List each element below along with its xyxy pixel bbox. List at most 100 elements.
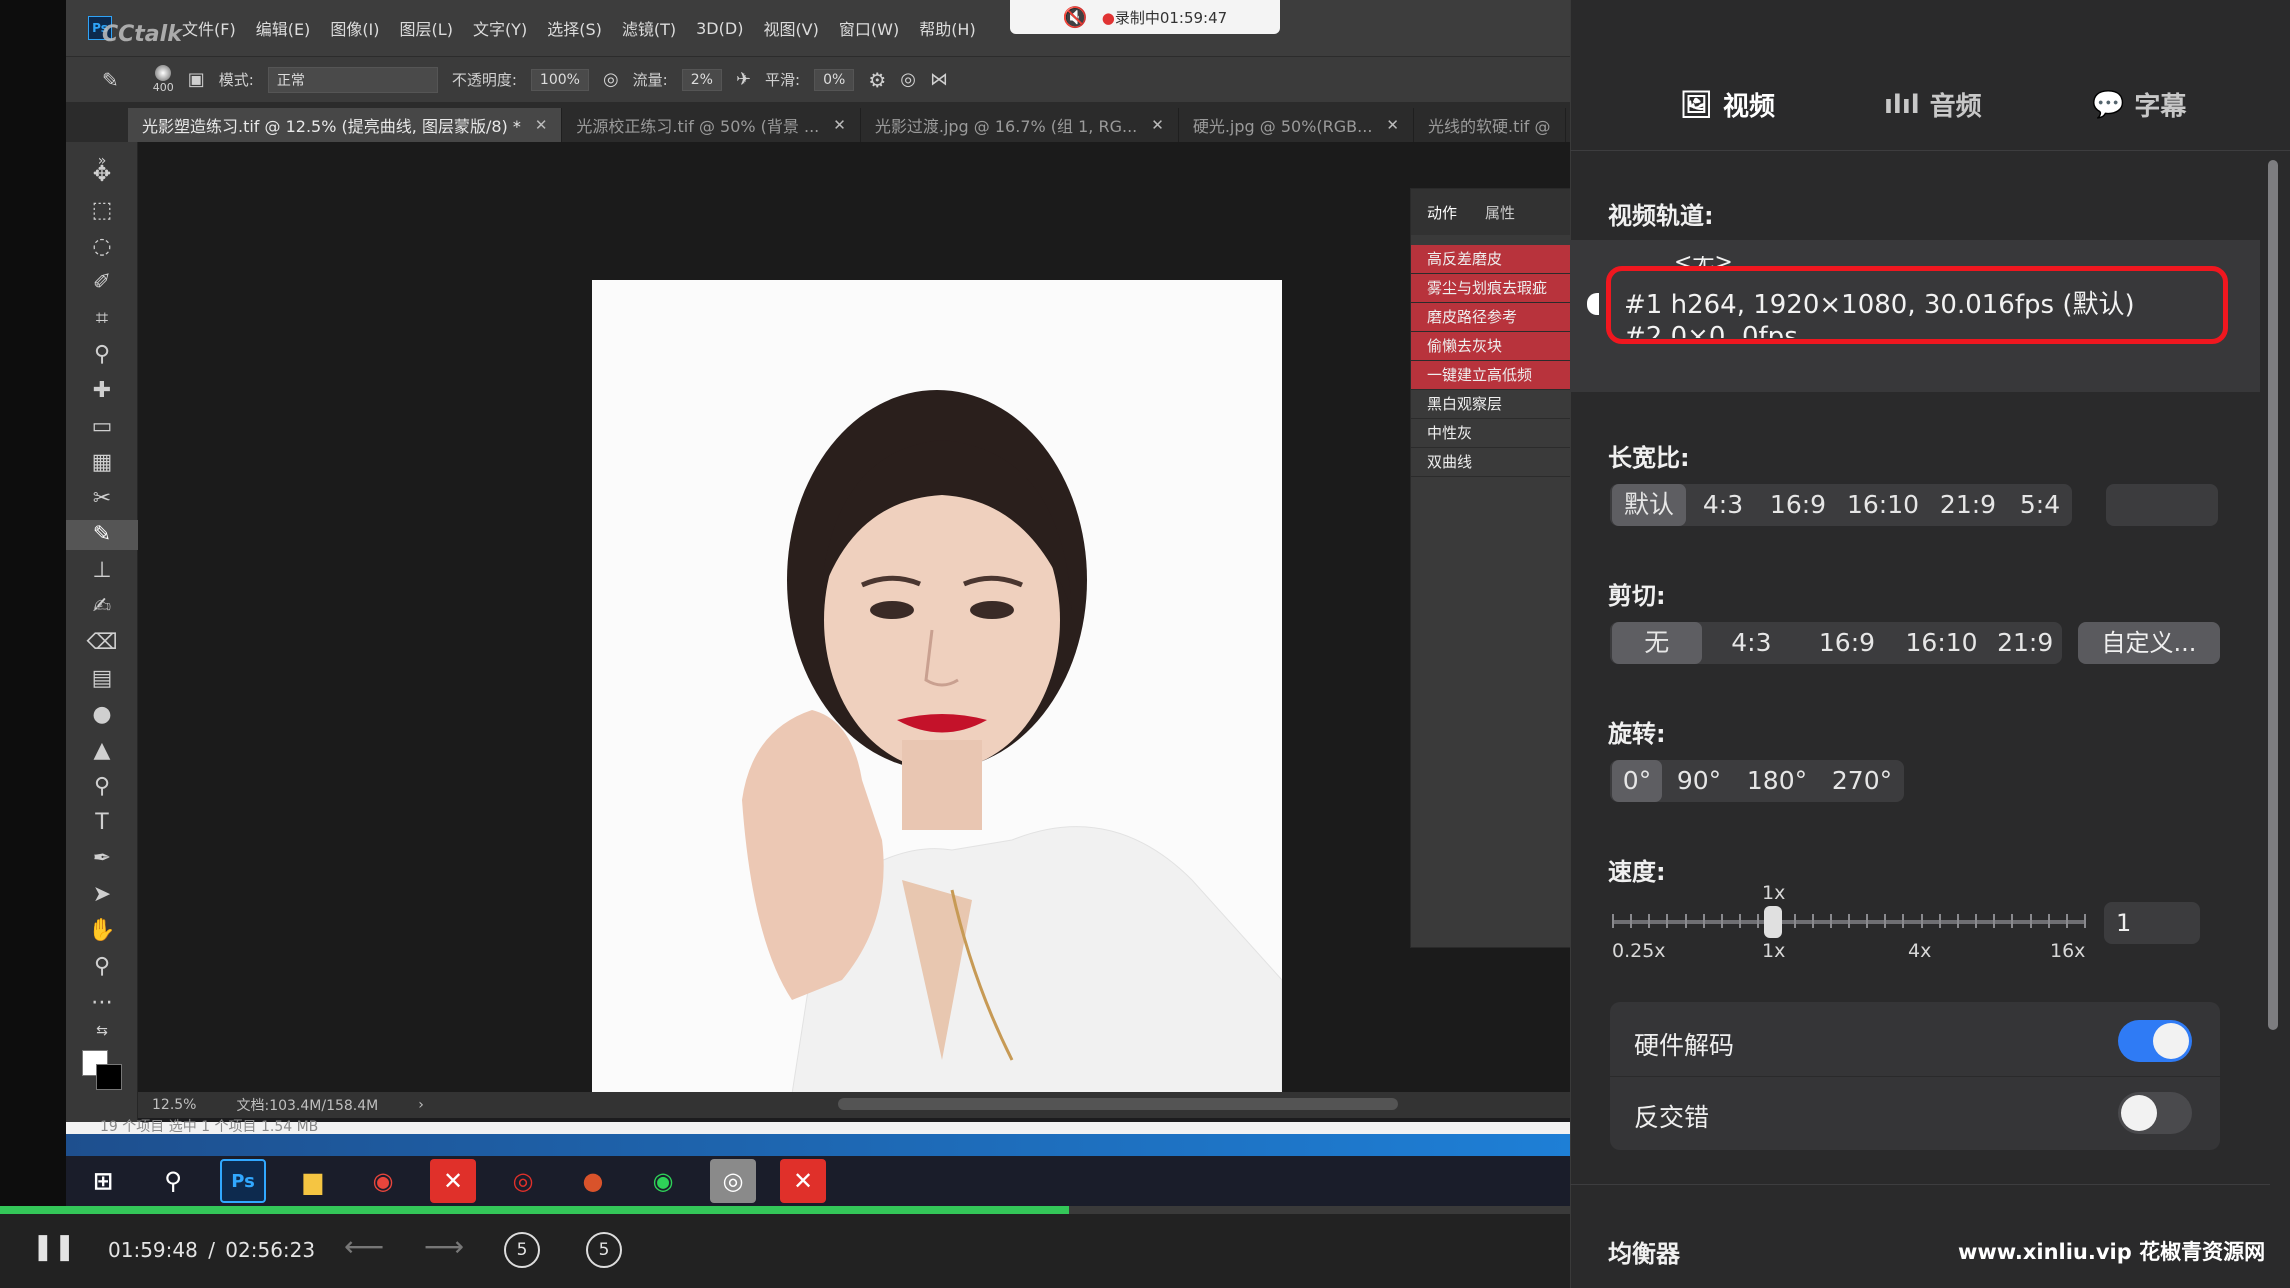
tab-audio[interactable]: ılıl 音频 <box>1884 86 1982 123</box>
lasso-tool-icon[interactable]: ◌ <box>66 232 138 262</box>
aspect-option[interactable]: 4:3 <box>1688 484 1758 526</box>
healing-tool-icon[interactable]: ✚ <box>66 376 138 406</box>
previous-arrow-icon[interactable]: ⟵ <box>344 1230 384 1263</box>
close-icon[interactable]: ✕ <box>1386 116 1399 134</box>
action-item[interactable]: 雾尘与划痕去瑕疵 <box>1411 274 1571 303</box>
menu-type[interactable]: 文字(Y) <box>473 16 527 40</box>
aspect-option[interactable]: 16:9 <box>1758 484 1838 526</box>
pressure-opacity-icon[interactable]: ◎ <box>603 69 619 90</box>
equalizer-label[interactable]: 均衡器 <box>1608 1234 1680 1269</box>
skip-forward-5-icon[interactable]: 5 <box>586 1232 622 1268</box>
action-item[interactable]: 中性灰 <box>1411 419 1571 448</box>
green-app-icon[interactable]: ◉ <box>640 1159 686 1203</box>
brush-panel-icon[interactable]: ▣ <box>188 69 205 90</box>
action-item[interactable]: 高反差磨皮 <box>1411 245 1571 274</box>
menu-help[interactable]: 帮助(H) <box>919 16 976 40</box>
doc-tab[interactable]: 光影塑造练习.tif @ 12.5% (提亮曲线, 图层蒙版/8) * ✕ <box>128 108 563 142</box>
cctalk-app-icon[interactable]: ◎ <box>710 1159 756 1203</box>
zoom-level[interactable]: 12.5% <box>152 1097 196 1113</box>
powerpoint-icon[interactable]: ● <box>570 1159 616 1203</box>
gear-icon[interactable]: ⚙ <box>868 68 886 92</box>
speed-slider-thumb[interactable] <box>1764 906 1782 938</box>
speed-input[interactable]: 1 <box>2104 902 2200 944</box>
gradient-tool-icon[interactable]: ▤ <box>66 664 138 694</box>
mode-select[interactable]: 正常 <box>267 66 438 93</box>
patch-tool-icon[interactable]: ▦ <box>66 448 138 478</box>
brush-tool-icon[interactable]: ✎ <box>102 68 119 92</box>
search-icon[interactable]: ⚲ <box>150 1159 196 1203</box>
dodge-tool-icon[interactable]: ⚲ <box>66 772 138 802</box>
windows-start-icon[interactable]: ⊞ <box>80 1159 126 1203</box>
ruler-tool-icon[interactable]: ▭ <box>66 412 138 442</box>
crop-option[interactable]: 16:9 <box>1799 622 1895 664</box>
speed-slider[interactable] <box>1612 912 2086 932</box>
flow-input[interactable]: 2% <box>681 68 722 91</box>
menu-3d[interactable]: 3D(D) <box>696 19 743 38</box>
photoshop-taskbar-icon[interactable]: Ps <box>220 1159 266 1203</box>
rotate-option[interactable]: 180° <box>1734 760 1820 802</box>
stamp-tool-icon[interactable]: ⊥ <box>66 556 138 586</box>
menu-filter[interactable]: 滤镜(T) <box>622 16 676 40</box>
eyedropper-tool-icon[interactable]: ⚲ <box>66 340 138 370</box>
eraser-tool-icon[interactable]: ⌫ <box>66 628 138 658</box>
red-x-app-icon[interactable]: ✕ <box>780 1159 826 1203</box>
rotate-option[interactable]: 90° <box>1664 760 1734 802</box>
action-item[interactable]: 偷懒去灰块 <box>1411 332 1571 361</box>
action-item[interactable]: 黑白观察层 <box>1411 390 1571 419</box>
deinterlace-toggle[interactable] <box>2118 1092 2192 1134</box>
tab-subtitle[interactable]: 💬 字幕 <box>2092 86 2186 123</box>
swap-colors-icon[interactable]: ⇆ <box>66 1016 138 1046</box>
menu-window[interactable]: 窗口(W) <box>839 16 899 40</box>
pressure-size-icon[interactable]: ◎ <box>900 69 916 90</box>
close-icon[interactable]: ✕ <box>1151 116 1164 134</box>
marquee-tool-icon[interactable]: ⬚ <box>66 196 138 226</box>
pause-button[interactable]: ❚❚ <box>32 1232 76 1262</box>
pen-tool-icon[interactable]: ✒ <box>66 844 138 874</box>
crop-option[interactable]: 无 <box>1612 622 1702 664</box>
doc-tab[interactable]: 硬光.jpg @ 50%(RGB... ✕ <box>1179 108 1414 142</box>
close-icon[interactable]: ✕ <box>535 116 548 134</box>
doc-tab[interactable]: 光源校正练习.tif @ 50% (背景 ... ✕ <box>562 108 861 142</box>
panel-scrollbar[interactable] <box>2268 160 2278 1030</box>
hand-tool-icon[interactable]: ✋ <box>66 916 138 946</box>
more-tools-icon[interactable]: ⋯ <box>66 988 138 1018</box>
quick-select-tool-icon[interactable]: ✐ <box>66 268 138 298</box>
brush-tool-icon[interactable]: ✎ <box>66 520 138 550</box>
mute-icon[interactable]: 🔇 <box>1063 5 1088 29</box>
status-arrow-icon[interactable]: › <box>418 1097 424 1113</box>
menu-view[interactable]: 视图(V) <box>763 16 818 40</box>
menu-layer[interactable]: 图层(L) <box>400 16 453 40</box>
opacity-input[interactable]: 100% <box>530 68 589 91</box>
close-icon[interactable]: ✕ <box>833 116 846 134</box>
horizontal-scrollbar[interactable] <box>838 1098 1398 1110</box>
type-tool-icon[interactable]: T <box>66 808 138 838</box>
crop-tool-icon[interactable]: ⌗ <box>66 304 138 334</box>
tab-actions[interactable]: 动作 <box>1427 202 1457 223</box>
blur-tool-icon[interactable]: ● <box>66 700 138 730</box>
action-item[interactable]: 一键建立高低频 <box>1411 361 1571 390</box>
doc-tab[interactable]: 光线的软硬.tif @ <box>1414 108 1566 142</box>
aspect-option[interactable]: 21:9 <box>1928 484 2008 526</box>
doc-tab[interactable]: 光影过渡.jpg @ 16.7% (组 1, RG... ✕ <box>861 108 1179 142</box>
tab-video[interactable]: 🖼 视频 <box>1680 86 1775 123</box>
crop-option[interactable]: 21:9 <box>1988 622 2062 664</box>
chrome-icon[interactable]: ◉ <box>360 1159 406 1203</box>
zoom-tool-icon[interactable]: ⚲ <box>66 952 138 982</box>
action-item[interactable]: 磨皮路径参考 <box>1411 303 1571 332</box>
rotate-option[interactable]: 0° <box>1612 760 1662 802</box>
tab-properties[interactable]: 属性 <box>1485 202 1515 223</box>
menu-select[interactable]: 选择(S) <box>547 16 602 40</box>
portrait-photo[interactable] <box>592 280 1282 1094</box>
aspect-option[interactable]: 5:4 <box>2008 484 2072 526</box>
crop-custom-button[interactable]: 自定义... <box>2078 622 2220 664</box>
airbrush-icon[interactable]: ✈ <box>736 69 751 90</box>
smooth-input[interactable]: 0% <box>814 68 855 91</box>
action-item[interactable]: 双曲线 <box>1411 448 1571 477</box>
hw-decode-toggle[interactable] <box>2118 1020 2192 1062</box>
aspect-option[interactable]: 16:10 <box>1838 484 1928 526</box>
menu-edit[interactable]: 编辑(E) <box>256 16 311 40</box>
next-arrow-icon[interactable]: ⟶ <box>424 1230 464 1263</box>
menu-image[interactable]: 图像(I) <box>330 16 379 40</box>
crop-option[interactable]: 4:3 <box>1704 622 1800 664</box>
menu-file[interactable]: 文件(F) <box>182 16 236 40</box>
